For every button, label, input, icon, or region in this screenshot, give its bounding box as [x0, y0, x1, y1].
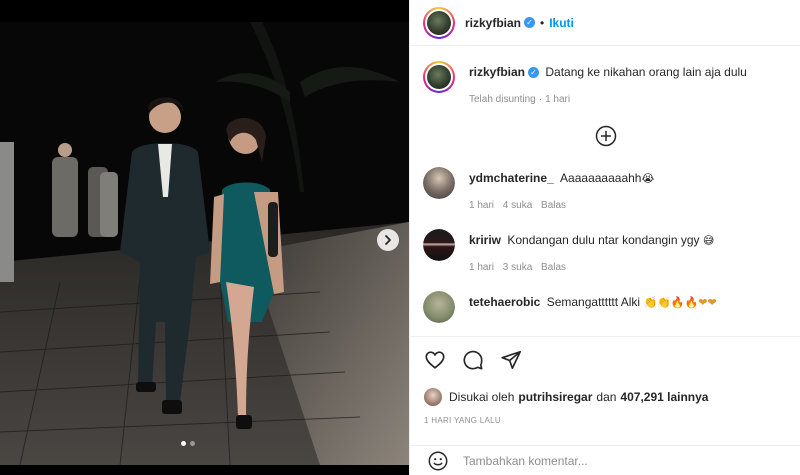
- comment-likes[interactable]: 4 suka: [503, 200, 532, 211]
- post-photo[interactable]: [0, 22, 409, 465]
- likes-connector: dan: [596, 390, 617, 404]
- caption-text: Datang ke nikahan orang lain aja dulu: [545, 65, 747, 79]
- comment-meta: 1 hari 4 suka Balas: [469, 200, 788, 211]
- post-caption: rizkyfbian ✓ Datang ke nikahan orang lain…: [410, 47, 800, 105]
- caption-avatar[interactable]: [423, 61, 455, 93]
- liker-avatar[interactable]: [424, 388, 442, 406]
- header-separator: •: [540, 15, 545, 30]
- comment-likes[interactable]: 3 suka: [503, 262, 532, 273]
- heart-icon[interactable]: [424, 349, 446, 371]
- chevron-right-icon: [385, 235, 391, 245]
- caption-time: 1 hari: [545, 94, 571, 105]
- verified-badge-icon: ✓: [524, 17, 536, 28]
- likes-summary: Disukai oleh putrihsiregar dan 407,291 l…: [424, 388, 787, 406]
- caption-meta: Telah disunting · 1 hari: [469, 94, 747, 105]
- caption-username[interactable]: rizkyfbian: [469, 65, 525, 79]
- commenter-username[interactable]: kririw: [469, 233, 501, 247]
- post-timestamp[interactable]: 1 HARI YANG LALU: [424, 416, 787, 425]
- author-avatar[interactable]: [423, 6, 455, 39]
- comment-emoji: 😭: [641, 172, 655, 185]
- comment-item: kririw Kondangan dulu ntar kondangin ygy…: [410, 229, 800, 273]
- commenter-username[interactable]: tetehaerobic: [469, 295, 540, 309]
- comment-text: Kondangan dulu ntar kondangin ygy: [507, 233, 700, 247]
- carousel-indicator: [181, 441, 195, 446]
- add-circle-icon[interactable]: [595, 125, 617, 147]
- comments-list[interactable]: rizkyfbian ✓ Datang ke nikahan orang lain…: [410, 47, 800, 334]
- comment-input[interactable]: Tambahkan komentar...: [463, 454, 588, 468]
- likes-prefix: Disukai oleh: [449, 390, 515, 404]
- post-header: rizkyfbian ✓ • Ikuti: [410, 0, 800, 46]
- follow-button[interactable]: Ikuti: [549, 16, 574, 30]
- comment-text: Semangatttttt Alki: [546, 295, 641, 309]
- add-comment-bar: Tambahkan komentar...: [410, 445, 800, 475]
- comment-bubble-icon[interactable]: [462, 349, 484, 371]
- comment-meta: 1 hari 3 suka Balas: [469, 262, 788, 273]
- comment-item: tetehaerobic Semangatttttt Alki 👏👏🔥🔥❤❤: [410, 291, 800, 323]
- commenter-avatar[interactable]: [423, 291, 455, 323]
- post-actions: Disukai oleh putrihsiregar dan 407,291 l…: [410, 336, 800, 425]
- reply-button[interactable]: Balas: [541, 200, 566, 211]
- commenter-avatar[interactable]: [423, 229, 455, 261]
- verified-badge-icon: ✓: [528, 67, 540, 79]
- comment-emoji: 👏👏🔥🔥❤❤: [643, 296, 717, 309]
- comment-text: Aaaaaaaaaahh: [560, 171, 642, 185]
- post-sidebar: rizkyfbian ✓ • Ikuti rizkyfbian ✓ Datang …: [409, 0, 800, 475]
- comment-item: ydmchaterine_ Aaaaaaaaaahh😭 1 hari 4 suk…: [410, 167, 800, 211]
- meta-separator: ·: [538, 94, 543, 105]
- edited-label: Telah disunting: [469, 94, 536, 105]
- commenter-avatar[interactable]: [423, 167, 455, 199]
- carousel-dot: [190, 441, 195, 446]
- paper-plane-icon[interactable]: [500, 349, 522, 371]
- comment-time: 1 hari: [469, 262, 495, 273]
- smiley-icon[interactable]: [427, 450, 449, 472]
- liker-username[interactable]: putrihsiregar: [518, 390, 592, 404]
- comment-emoji: 😅: [702, 234, 715, 247]
- author-username[interactable]: rizkyfbian: [465, 16, 521, 30]
- carousel-next-button[interactable]: [377, 229, 399, 251]
- likes-count[interactable]: 407,291 lainnya: [620, 390, 708, 404]
- commenter-username[interactable]: ydmchaterine_: [469, 171, 554, 185]
- carousel-dot-active: [181, 441, 186, 446]
- reply-button[interactable]: Balas: [541, 262, 566, 273]
- photo-illustration: [0, 22, 409, 465]
- post-media: [0, 0, 409, 475]
- comment-time: 1 hari: [469, 200, 495, 211]
